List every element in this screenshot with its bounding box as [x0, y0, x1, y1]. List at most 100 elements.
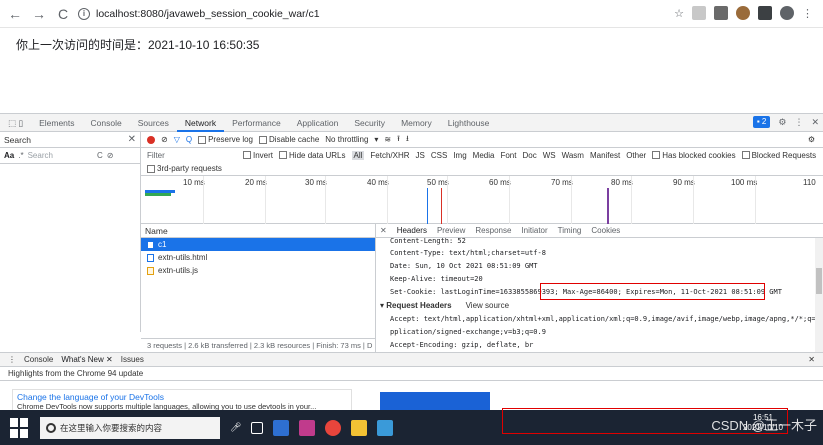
- extension-icon[interactable]: [714, 6, 728, 20]
- match-case-toggle[interactable]: Aa: [4, 151, 14, 160]
- tab-sources[interactable]: Sources: [130, 114, 177, 132]
- tab-preview[interactable]: Preview: [437, 226, 465, 235]
- drawer-tab-whats-new[interactable]: What's New ✕: [61, 355, 112, 364]
- throttling-select[interactable]: No throttling: [325, 135, 368, 144]
- clear-icon[interactable]: ⊘: [107, 151, 114, 160]
- app-icon[interactable]: [299, 419, 316, 436]
- tab-response[interactable]: Response: [475, 226, 511, 235]
- filter-type[interactable]: Wasm: [562, 151, 584, 160]
- url-text[interactable]: localhost:8080/javaweb_session_cookie_wa…: [96, 8, 320, 20]
- import-icon[interactable]: ⭱: [397, 133, 400, 147]
- blocked-cookies-checkbox[interactable]: Has blocked cookies: [652, 151, 736, 160]
- close-icon[interactable]: ✕: [380, 226, 387, 235]
- tab-headers[interactable]: Headers: [397, 226, 427, 235]
- more-options-icon[interactable]: ⋮: [794, 117, 803, 128]
- refresh-icon[interactable]: C: [97, 151, 103, 160]
- scrollbar-thumb[interactable]: [816, 268, 822, 294]
- filter-icon[interactable]: ▽: [174, 135, 180, 144]
- tab-memory[interactable]: Memory: [393, 114, 440, 132]
- filter-type[interactable]: Doc: [522, 151, 536, 160]
- profile-icon[interactable]: [780, 6, 794, 20]
- search-icon[interactable]: Q: [186, 135, 192, 144]
- chrome-icon[interactable]: [325, 419, 342, 436]
- taskbar-search-input[interactable]: 在这里输入你要搜索的内容: [60, 422, 162, 434]
- request-row[interactable]: extn-utils.html: [141, 251, 375, 264]
- app-icon[interactable]: [377, 419, 394, 436]
- taskbar-search[interactable]: 在这里输入你要搜索的内容: [40, 416, 220, 439]
- regex-toggle[interactable]: .*: [18, 151, 23, 160]
- inspect-icon[interactable]: ⬚ ▯: [0, 114, 31, 132]
- tab-cookies[interactable]: Cookies: [591, 226, 620, 235]
- filter-type[interactable]: Other: [626, 151, 646, 160]
- blocked-requests-checkbox[interactable]: Blocked Requests: [741, 151, 816, 160]
- extension-icon[interactable]: [692, 6, 706, 20]
- chevron-down-icon[interactable]: ▾: [374, 135, 378, 144]
- preserve-log-checkbox[interactable]: Preserve log: [198, 135, 253, 144]
- search-panel-title: Search: [4, 134, 31, 145]
- puzzle-icon[interactable]: [758, 6, 772, 20]
- change-language-link[interactable]: Change the language of your DevTools: [17, 392, 347, 402]
- filter-type-all[interactable]: All: [351, 150, 365, 160]
- site-info-icon[interactable]: i: [78, 7, 90, 20]
- tab-security[interactable]: Security: [346, 114, 393, 132]
- document-icon: [147, 240, 154, 249]
- request-header-line: Accept-Encoding: gzip, deflate, br: [390, 341, 534, 349]
- close-drawer-icon[interactable]: ✕: [808, 355, 815, 364]
- vertical-scrollbar[interactable]: [815, 238, 823, 352]
- request-headers-section[interactable]: ▾ Request Headers View source: [376, 299, 823, 313]
- search-input[interactable]: Search: [28, 151, 53, 160]
- request-row[interactable]: extn-utils.js: [141, 264, 375, 277]
- invert-checkbox[interactable]: Invert: [243, 151, 273, 160]
- reload-icon[interactable]: C: [54, 5, 72, 23]
- filter-type[interactable]: Manifest: [590, 151, 620, 160]
- tab-lighthouse[interactable]: Lighthouse: [440, 114, 498, 132]
- disable-cache-checkbox[interactable]: Disable cache: [259, 135, 319, 144]
- close-icon[interactable]: ✕: [128, 134, 136, 145]
- whats-new-card[interactable]: Change the language of your DevTools Chr…: [12, 389, 352, 411]
- third-party-checkbox[interactable]: 3rd-party requests: [147, 164, 222, 173]
- tab-timing[interactable]: Timing: [558, 226, 582, 235]
- clear-log-icon[interactable]: ⊘: [161, 135, 168, 144]
- filter-type[interactable]: WS: [543, 151, 556, 160]
- tab-initiator[interactable]: Initiator: [521, 226, 547, 235]
- drawer-menu-icon[interactable]: ⋮: [8, 355, 16, 364]
- request-row[interactable]: c1: [141, 238, 375, 251]
- drawer-tab-console[interactable]: Console: [24, 355, 53, 364]
- network-settings-icon[interactable]: ⚙: [808, 135, 815, 144]
- menu-icon[interactable]: ⋮: [802, 7, 813, 20]
- name-column-header[interactable]: Name: [141, 224, 375, 238]
- extension-icon[interactable]: [736, 6, 750, 20]
- wifi-icon[interactable]: ≋: [384, 135, 391, 144]
- filter-type[interactable]: Media: [473, 151, 495, 160]
- tab-console[interactable]: Console: [83, 114, 130, 132]
- app-icon[interactable]: [273, 419, 290, 436]
- hide-data-urls-checkbox[interactable]: Hide data URLs: [279, 151, 346, 160]
- mic-icon[interactable]: 🎤︎: [230, 422, 241, 433]
- windows-start-icon[interactable]: [10, 417, 30, 438]
- tab-network[interactable]: Network: [176, 114, 225, 132]
- close-devtools-icon[interactable]: ✕: [811, 117, 819, 128]
- filter-type[interactable]: Img: [453, 151, 466, 160]
- task-view-icon[interactable]: [251, 421, 264, 434]
- tab-application[interactable]: Application: [289, 114, 347, 132]
- devtools-actions: ▪ 2 ⚙ ⋮ ✕: [752, 116, 819, 128]
- filter-type[interactable]: CSS: [431, 151, 447, 160]
- record-icon[interactable]: [147, 135, 155, 144]
- drawer-tab-issues[interactable]: Issues: [121, 355, 144, 364]
- filter-type[interactable]: Font: [500, 151, 516, 160]
- file-explorer-icon[interactable]: [351, 419, 368, 436]
- settings-gear-icon[interactable]: ⚙: [778, 117, 786, 128]
- network-timeline[interactable]: 10 ms 20 ms 30 ms 40 ms 50 ms 60 ms 70 m…: [141, 176, 823, 224]
- filter-type[interactable]: Fetch/XHR: [370, 151, 409, 160]
- tab-performance[interactable]: Performance: [224, 114, 289, 132]
- view-source-link[interactable]: View source: [466, 301, 509, 310]
- filter-type[interactable]: JS: [416, 151, 425, 160]
- issues-badge[interactable]: ▪ 2: [752, 116, 771, 128]
- back-icon[interactable]: ←: [6, 5, 24, 23]
- forward-icon[interactable]: →: [30, 5, 48, 23]
- bookmark-star-icon[interactable]: ☆: [674, 7, 684, 20]
- export-icon[interactable]: ⭳: [406, 133, 409, 147]
- address-bar[interactable]: i localhost:8080/javaweb_session_cookie_…: [78, 7, 320, 20]
- tab-elements[interactable]: Elements: [31, 114, 82, 132]
- filter-input[interactable]: Filter: [147, 151, 237, 160]
